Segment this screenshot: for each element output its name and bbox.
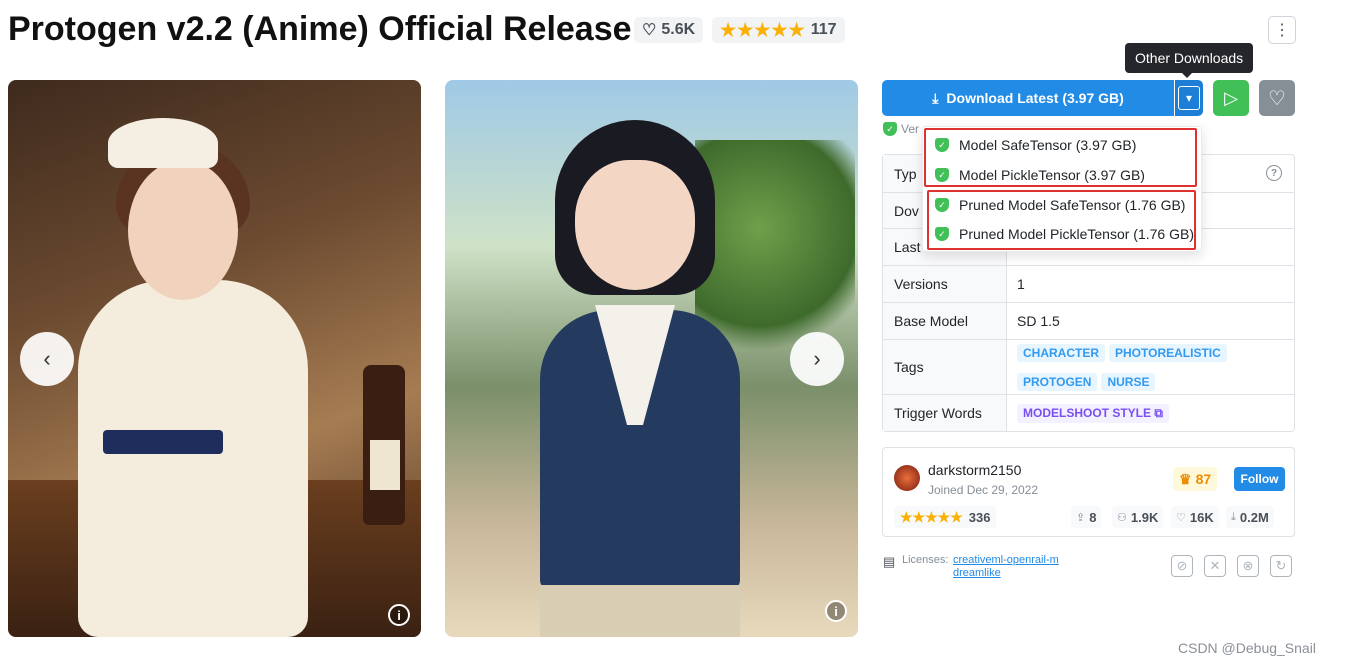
other-downloads-focus-ring — [1178, 86, 1200, 110]
copy-icon[interactable]: ⧉ — [1154, 406, 1163, 420]
details-row-versions: Versions 1 — [883, 266, 1294, 303]
download-icon: ⤓ — [1231, 510, 1236, 523]
crown-icon: ♛ — [1179, 470, 1192, 487]
no-image-sell-icon: ⊘ — [1171, 555, 1193, 577]
details-value: 1 — [1017, 276, 1025, 292]
details-key: Trigger Words — [883, 395, 1007, 431]
license-link[interactable]: creativeml-openrail-m — [953, 554, 1059, 566]
download-latest-button[interactable]: ⤓ Download Latest (3.97 GB) — [882, 80, 1174, 116]
chevron-left-icon: ‹ — [43, 346, 51, 371]
avatar[interactable] — [894, 465, 920, 491]
details-key: Tags — [883, 340, 1007, 394]
creator-rating: ★★★★★ 336 — [894, 506, 997, 528]
carousel-prev-button[interactable]: ‹ — [20, 332, 74, 386]
details-key: Versions — [883, 266, 1007, 302]
tag-chip[interactable]: CHARACTER — [1017, 343, 1105, 362]
download-latest-label: Download Latest (3.97 GB) — [946, 90, 1124, 106]
help-icon[interactable]: ? — [1266, 165, 1282, 181]
rating-badge[interactable]: ★★★★★ 117 — [712, 17, 845, 43]
tag-chip[interactable]: PROTOGEN — [1017, 372, 1098, 391]
creator-name[interactable]: darkstorm2150 — [928, 462, 1021, 478]
highlight-box-pruned-models — [927, 190, 1196, 250]
image-info-icon[interactable]: i — [388, 604, 410, 626]
follow-button[interactable]: Follow — [1234, 467, 1285, 491]
rating-stars-icon: ★★★★★ — [900, 508, 963, 525]
likes-count: 5.6K — [661, 21, 696, 38]
no-run-on-services-icon: ✕ — [1204, 555, 1226, 577]
verified-text: Ver — [901, 122, 920, 136]
trigger-word-chip[interactable]: MODELSHOOT STYLE ⧉ — [1017, 403, 1169, 423]
details-key: Base Model — [883, 303, 1007, 339]
creator-followers: ⚇ 1.9K — [1112, 506, 1164, 528]
details-row-base-model: Base Model SD 1.5 — [883, 303, 1294, 340]
tags-list: CHARACTER PHOTOREALISTIC PROTOGEN NURSE — [1007, 340, 1294, 394]
highlight-box-full-models — [924, 128, 1197, 187]
other-downloads-tooltip: Other Downloads — [1125, 43, 1254, 78]
favorite-button[interactable]: ♡ — [1259, 80, 1295, 116]
no-merge-icon: ↻ — [1270, 555, 1292, 577]
image-info-icon[interactable]: i — [825, 600, 847, 622]
license-icon: ▤ — [883, 554, 896, 569]
heart-icon: ♡ — [1268, 87, 1286, 110]
details-row-tags: Tags CHARACTER PHOTOREALISTIC PROTOGEN N… — [883, 340, 1294, 395]
creator-card: darkstorm2150 Joined Dec 29, 2022 ♛ 87 F… — [882, 447, 1295, 537]
likes-badge[interactable]: ♡ 5.6K — [634, 17, 704, 43]
play-icon: ▷ — [1224, 87, 1238, 108]
watermark: CSDN @Debug_Snail — [1178, 640, 1316, 656]
license-label: Licenses: — [902, 554, 949, 566]
creator-downloads: ⤓ 0.2M — [1226, 506, 1274, 528]
verified-badge: ✓ Ver — [883, 122, 919, 136]
upload-icon: ⇪ — [1076, 511, 1086, 524]
heart-icon: ♡ — [1176, 511, 1186, 524]
kebab-icon: ⋮ — [1274, 22, 1290, 39]
tag-chip[interactable]: NURSE — [1101, 372, 1156, 391]
page-title: Protogen v2.2 (Anime) Official Release — [8, 10, 632, 48]
no-commercial-icon: ⊗ — [1237, 555, 1259, 577]
rating-stars-icon: ★★★★★ — [720, 19, 806, 40]
tag-chip[interactable]: PHOTOREALISTIC — [1109, 343, 1227, 362]
license-link[interactable]: dreamlike — [953, 567, 1001, 579]
creator-favorites: ♡ 16K — [1171, 506, 1219, 528]
creator-uploads: ⇪ 8 — [1071, 506, 1102, 528]
chevron-right-icon: › — [813, 346, 821, 371]
shield-check-icon: ✓ — [883, 122, 897, 136]
download-icon: ⤓ — [932, 89, 939, 106]
creator-joined-date: Joined Dec 29, 2022 — [928, 483, 1039, 497]
details-value: SD 1.5 — [1017, 313, 1060, 329]
rating-count: 117 — [810, 21, 837, 38]
run-model-button[interactable]: ▷ — [1213, 80, 1249, 116]
creator-rank-badge: ♛ 87 — [1173, 467, 1218, 491]
users-icon: ⚇ — [1117, 511, 1127, 524]
heart-icon: ♡ — [642, 22, 657, 39]
more-menu-button[interactable]: ⋮ — [1268, 16, 1296, 44]
carousel-next-button[interactable]: › — [790, 332, 844, 386]
details-row-trigger-words: Trigger Words MODELSHOOT STYLE ⧉ — [883, 395, 1294, 431]
